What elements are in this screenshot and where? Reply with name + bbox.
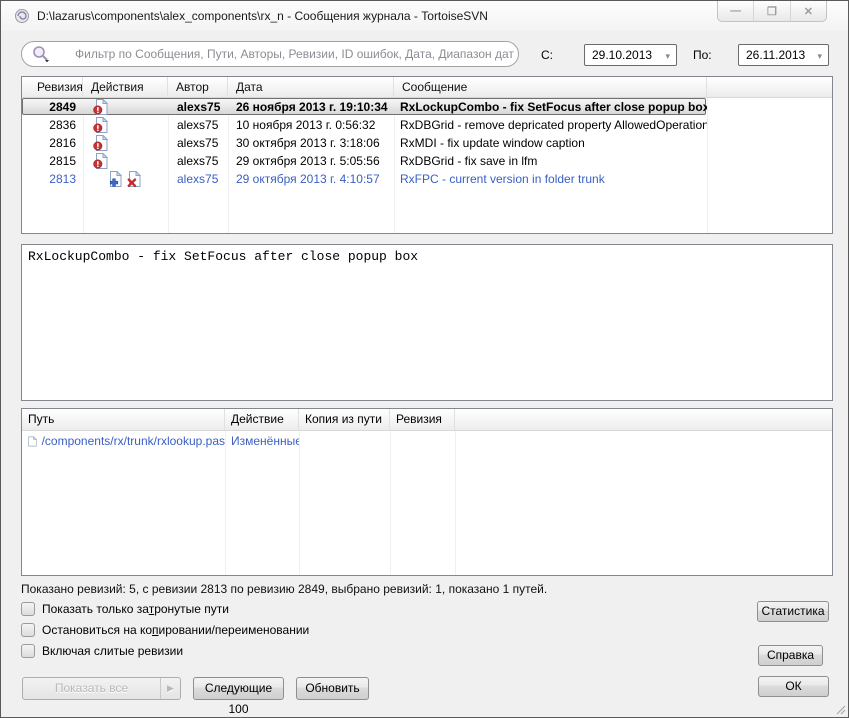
status-text: Показано ревизий: 5, с ревизии 2813 по р… — [21, 582, 547, 596]
checkbox-include-merged-revisions[interactable]: Включая слитые ревизии — [21, 643, 183, 659]
path-revision — [390, 431, 455, 452]
checkbox-label: Остановиться на копировании/переименован… — [42, 623, 309, 637]
revision-author: alexs75 — [168, 152, 228, 170]
revision-date: 26 ноября 2013 г. 19:10:34 — [228, 98, 394, 116]
filter-searchbox[interactable] — [21, 41, 519, 67]
split-arrow-icon[interactable]: ▶ — [160, 678, 180, 699]
revision-row[interactable]: 2815 alexs75 29 октября 2013 г. 5:05:56 … — [22, 152, 832, 170]
filter-input[interactable] — [51, 47, 518, 61]
revision-message: RxDBGrid - remove depricated property Al… — [394, 116, 707, 134]
date-from-label: С: — [541, 48, 553, 62]
column-header-blank — [455, 409, 832, 430]
path-row[interactable]: /components/rx/trunk/rxlookup.pas Изменё… — [22, 431, 832, 452]
revision-actions — [83, 98, 168, 116]
statistics-button[interactable]: Статистика — [757, 601, 829, 622]
modified-icon — [93, 117, 108, 133]
column-header-date[interactable]: Дата — [228, 77, 394, 97]
search-icon[interactable] — [31, 45, 51, 63]
checkbox-icon[interactable] — [21, 644, 35, 658]
revision-message: RxLockupCombo - fix SetFocus after close… — [394, 98, 707, 116]
revision-message: RxFPC - current version in folder trunk — [394, 170, 707, 188]
show-all-label: Показать все — [23, 678, 160, 699]
resize-grip[interactable] — [835, 704, 846, 715]
maximize-button[interactable]: ❐ — [754, 1, 790, 21]
revision-actions — [83, 170, 168, 188]
column-header-blank — [707, 77, 832, 97]
revision-list-header: Ревизия Действия Автор Дата Сообщение — [22, 77, 832, 98]
paths-header: Путь Действие Копия из пути Ревизия — [22, 409, 832, 431]
next-100-button[interactable]: Следующие 100 — [193, 677, 284, 700]
modified-icon — [93, 153, 108, 169]
column-header-message[interactable]: Сообщение — [394, 77, 707, 97]
checkbox-icon[interactable] — [21, 602, 35, 616]
changed-paths-list[interactable]: Путь Действие Копия из пути Ревизия /com… — [21, 408, 833, 576]
close-button[interactable]: ✕ — [791, 1, 826, 21]
column-header-copy-from[interactable]: Копия из пути — [299, 409, 390, 430]
revision-number: 2816 — [22, 134, 83, 152]
checkbox-stop-on-copy[interactable]: Остановиться на копировании/переименован… — [21, 622, 309, 638]
revision-row[interactable]: 2813 alexs75 29 октября 2013 г. 4:10:57 … — [22, 170, 832, 188]
path-action: Изменённые — [225, 431, 299, 452]
column-header-author[interactable]: Автор — [168, 77, 228, 97]
minimize-button[interactable]: — — [718, 1, 754, 21]
date-to-value: 26.11.2013 — [746, 48, 805, 62]
help-button[interactable]: Справка — [758, 645, 823, 666]
tortoisesvn-log-window: D:\lazarus\components\alex_components\rx… — [0, 0, 849, 718]
title-bar[interactable]: D:\lazarus\components\alex_components\rx… — [1, 1, 848, 31]
revision-number: 2813 — [22, 170, 83, 188]
revision-number: 2836 — [22, 116, 83, 134]
column-header-actions[interactable]: Действия — [83, 77, 168, 97]
column-header-revision[interactable]: Ревизия — [390, 409, 455, 430]
revision-date: 30 октября 2013 г. 3:18:06 — [228, 134, 394, 152]
revision-author: alexs75 — [168, 170, 228, 188]
date-to-combo[interactable]: 26.11.2013 ▾ — [738, 44, 829, 66]
deleted-icon — [126, 171, 141, 187]
revision-actions — [83, 116, 168, 134]
chevron-down-icon[interactable]: ▾ — [665, 51, 670, 62]
checkbox-icon[interactable] — [21, 623, 35, 637]
revision-author: alexs75 — [168, 98, 228, 116]
revision-actions — [83, 152, 168, 170]
refresh-button[interactable]: Обновить — [296, 677, 369, 700]
window-title: D:\lazarus\components\alex_components\rx… — [37, 9, 488, 23]
date-from-combo[interactable]: 29.10.2013 ▾ — [584, 44, 677, 66]
revision-number: 2815 — [22, 152, 83, 170]
column-header-revision[interactable]: Ревизия — [22, 77, 83, 97]
ok-button[interactable]: ОК — [758, 676, 829, 697]
revision-row[interactable]: 2849 alexs75 26 ноября 2013 г. 19:10:34 … — [22, 98, 832, 116]
revision-author: alexs75 — [168, 134, 228, 152]
chevron-down-icon[interactable]: ▾ — [817, 51, 822, 62]
revision-row[interactable]: 2816 alexs75 30 октября 2013 г. 3:18:06 … — [22, 134, 832, 152]
show-all-button[interactable]: Показать все ▶ — [22, 677, 181, 700]
commit-message-panel[interactable]: RxLockupCombo - fix SetFocus after close… — [21, 244, 833, 401]
revision-date: 29 октября 2013 г. 4:10:57 — [228, 170, 394, 188]
file-icon — [28, 434, 37, 449]
path-cell: /components/rx/trunk/rxlookup.pas — [22, 431, 225, 452]
column-header-action[interactable]: Действие — [225, 409, 299, 430]
revision-row[interactable]: 2836 alexs75 10 ноября 2013 г. 0:56:32 R… — [22, 116, 832, 134]
added-icon — [107, 171, 122, 187]
revision-list[interactable]: Ревизия Действия Автор Дата Сообщение 28… — [21, 76, 833, 234]
revision-date: 10 ноября 2013 г. 0:56:32 — [228, 116, 394, 134]
path-copy-from — [299, 431, 390, 452]
window-controls: — ❐ ✕ — [717, 1, 827, 22]
revision-message: RxDBGrid - fix save in lfm — [394, 152, 707, 170]
revision-date: 29 октября 2013 г. 5:05:56 — [228, 152, 394, 170]
revision-actions — [83, 134, 168, 152]
checkbox-show-affected-paths[interactable]: Показать только затронутые пути — [21, 601, 229, 617]
modified-icon — [93, 135, 108, 151]
revision-message: RxMDI - fix update window caption — [394, 134, 707, 152]
date-from-value: 29.10.2013 — [592, 48, 652, 62]
checkbox-label: Включая слитые ревизии — [42, 644, 183, 658]
revision-author: alexs75 — [168, 116, 228, 134]
revision-number: 2849 — [22, 98, 83, 116]
modified-icon — [93, 99, 108, 115]
checkbox-label: Показать только затронутые пути — [42, 602, 229, 616]
path-text: /components/rx/trunk/rxlookup.pas — [42, 431, 225, 452]
date-to-label: По: — [693, 48, 712, 62]
tortoisesvn-app-icon — [14, 8, 30, 24]
column-header-path[interactable]: Путь — [22, 409, 225, 430]
